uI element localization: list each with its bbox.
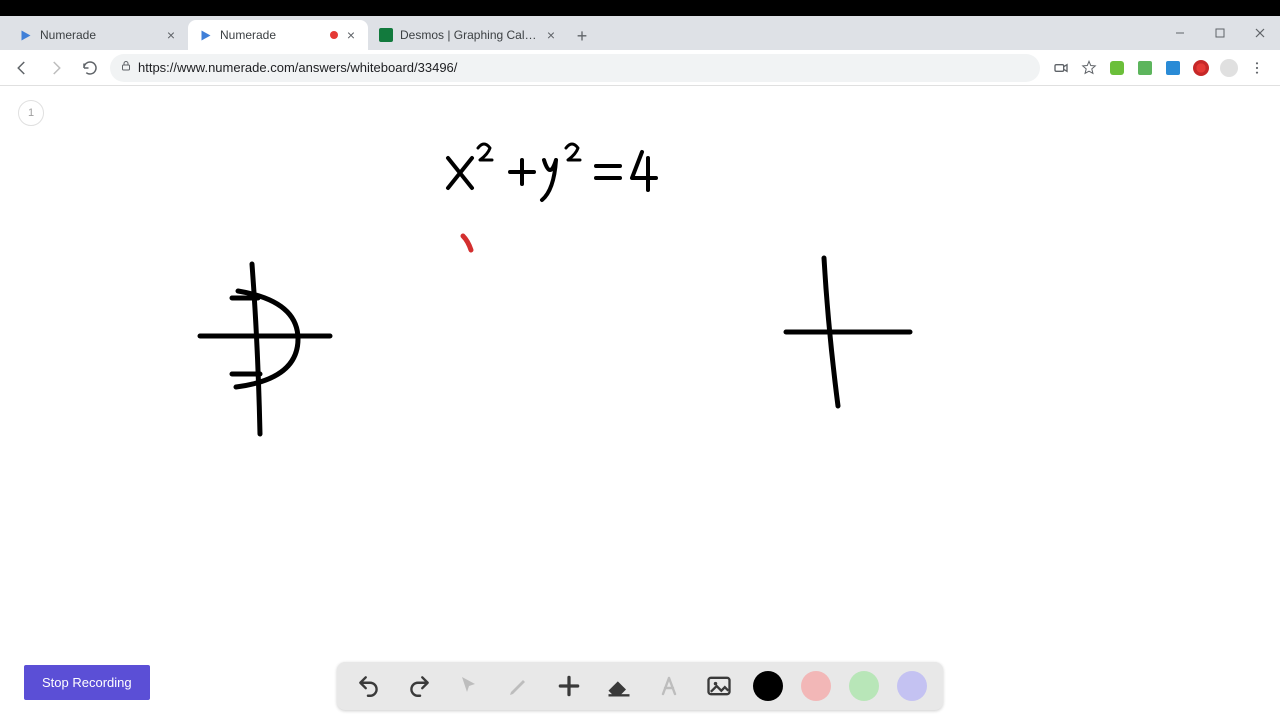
eraser-tool[interactable] (603, 670, 635, 702)
tab-title: Numerade (40, 28, 158, 42)
tab-title: Desmos | Graphing Calculator (400, 28, 538, 42)
close-icon[interactable]: × (544, 28, 558, 42)
undo-button[interactable] (353, 670, 385, 702)
lock-icon (120, 60, 132, 75)
toolbar: https://www.numerade.com/answers/whitebo… (0, 50, 1280, 86)
text-tool[interactable] (653, 670, 685, 702)
numerade-icon (198, 27, 214, 43)
image-tool[interactable] (703, 670, 735, 702)
address-bar[interactable]: https://www.numerade.com/answers/whitebo… (110, 54, 1040, 82)
color-pink[interactable] (801, 671, 831, 701)
forward-button[interactable] (42, 54, 70, 82)
tab-strip: Numerade × Numerade × Desmos | Graphing … (0, 16, 1280, 50)
right-axes-sketch (786, 258, 910, 406)
color-lavender[interactable] (897, 671, 927, 701)
color-black[interactable] (753, 671, 783, 701)
pointer-tool[interactable] (453, 670, 485, 702)
extension-icons (1046, 59, 1272, 77)
star-icon[interactable] (1080, 59, 1098, 77)
ext-ublock-icon[interactable] (1136, 59, 1154, 77)
tab-title: Numerade (220, 28, 324, 42)
maximize-button[interactable] (1200, 16, 1240, 50)
recording-indicator-icon (330, 31, 338, 39)
ext-g-icon[interactable] (1192, 59, 1210, 77)
close-icon[interactable]: × (344, 28, 358, 42)
numerade-icon (18, 27, 34, 43)
tab-1[interactable]: Numerade × (188, 20, 368, 50)
url-text: https://www.numerade.com/answers/whitebo… (138, 60, 457, 75)
left-axes-sketch (200, 264, 330, 434)
whiteboard-canvas[interactable] (0, 86, 1280, 720)
window-controls (1160, 16, 1280, 50)
back-button[interactable] (8, 54, 36, 82)
tab-2[interactable]: Desmos | Graphing Calculator × (368, 20, 568, 50)
tab-0[interactable]: Numerade × (8, 20, 188, 50)
tool-palette (337, 662, 943, 710)
menu-icon[interactable] (1248, 59, 1266, 77)
reload-button[interactable] (76, 54, 104, 82)
close-icon[interactable]: × (164, 28, 178, 42)
stop-recording-button[interactable]: Stop Recording (24, 665, 150, 700)
new-tab-button[interactable]: + (568, 22, 596, 50)
ext-green-icon[interactable] (1108, 59, 1126, 77)
avatar-icon[interactable] (1220, 59, 1238, 77)
browser-window: Numerade × Numerade × Desmos | Graphing … (0, 16, 1280, 720)
desmos-icon (378, 27, 394, 43)
pencil-tool[interactable] (503, 670, 535, 702)
equation-text (448, 144, 656, 200)
whiteboard-page: 1 (0, 86, 1280, 720)
color-green[interactable] (849, 671, 879, 701)
minimize-button[interactable] (1160, 16, 1200, 50)
ext-check-icon[interactable] (1164, 59, 1182, 77)
close-window-button[interactable] (1240, 16, 1280, 50)
camera-icon[interactable] (1052, 59, 1070, 77)
red-mark (463, 236, 471, 250)
redo-button[interactable] (403, 670, 435, 702)
add-tool[interactable] (553, 670, 585, 702)
